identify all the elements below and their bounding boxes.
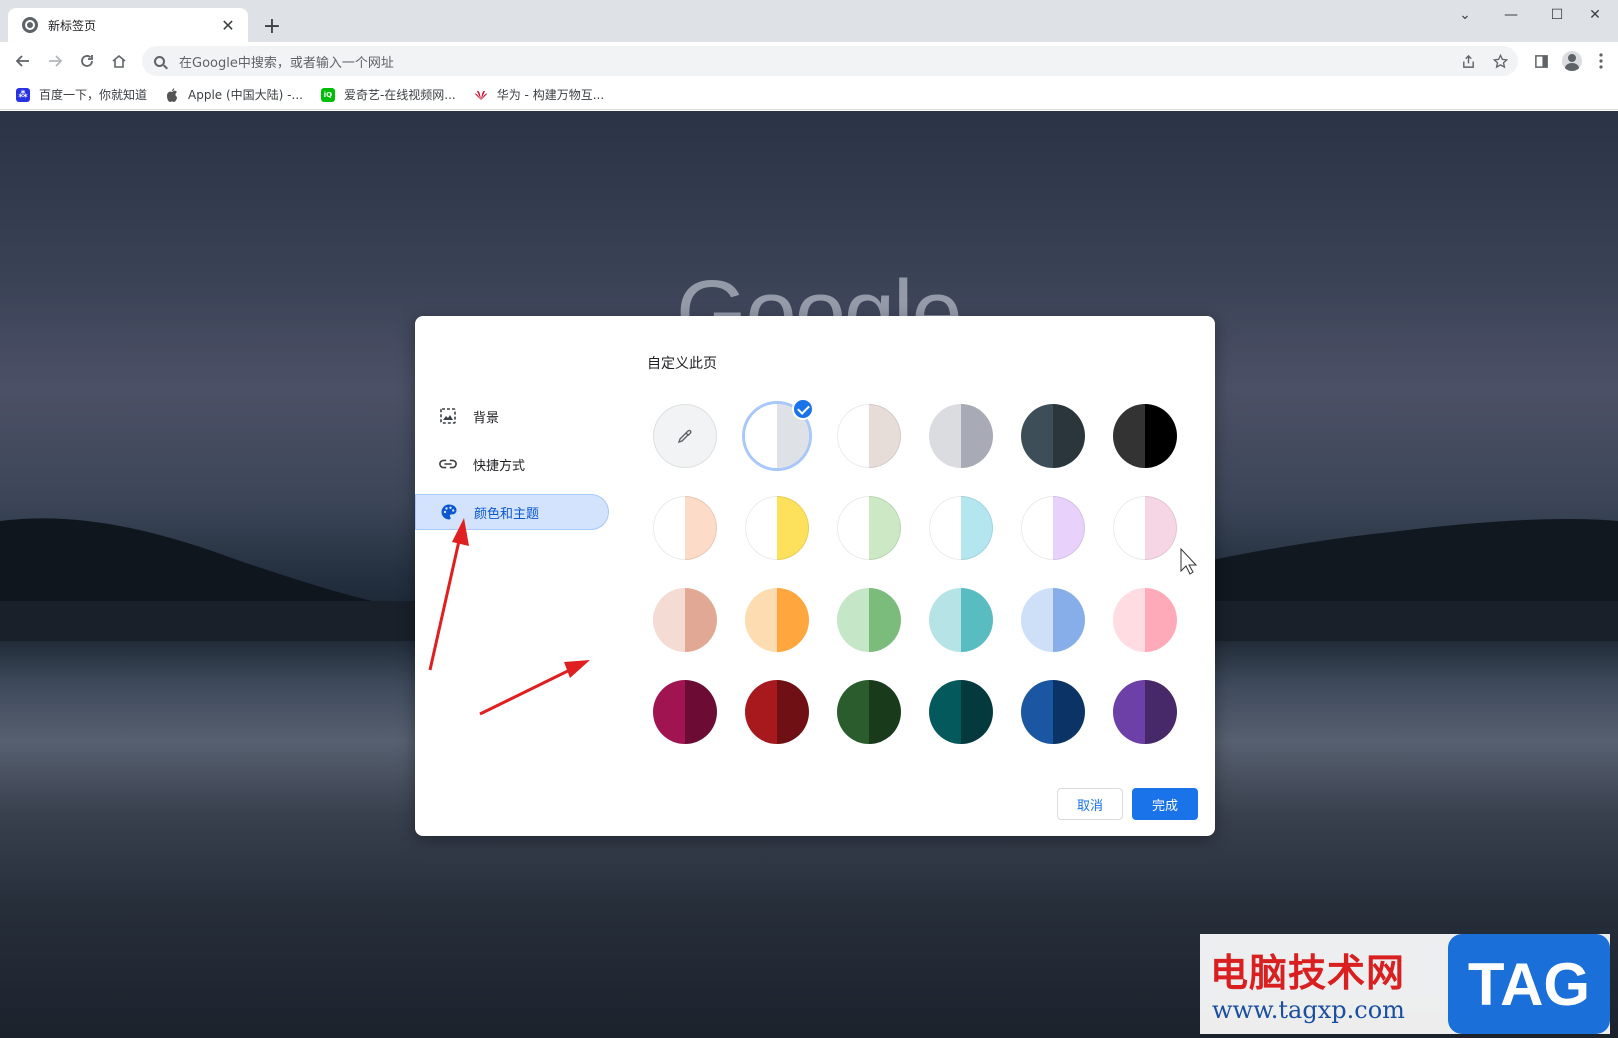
- bookmark-iqiyi[interactable]: iQ 爱奇艺-在线视频网...: [320, 86, 456, 103]
- color-swatch[interactable]: [837, 680, 901, 744]
- tab-close-icon[interactable]: ✕: [218, 15, 238, 35]
- more-vert-icon[interactable]: [1588, 48, 1614, 74]
- chrome-favicon-icon: [22, 17, 38, 33]
- color-swatch[interactable]: [929, 680, 993, 744]
- side-panel-icon[interactable]: [1528, 48, 1554, 74]
- bookmark-label: 百度一下，你就知道: [39, 88, 148, 102]
- color-swatch[interactable]: [653, 588, 717, 652]
- customize-dialog: 自定义此页 背景 快捷方式 颜色和主题 取消 完成: [415, 316, 1215, 836]
- reload-icon[interactable]: [74, 48, 100, 74]
- cancel-button[interactable]: 取消: [1057, 788, 1123, 820]
- star-icon[interactable]: [1486, 47, 1514, 75]
- color-swatch[interactable]: [1113, 680, 1177, 744]
- color-swatch[interactable]: [929, 496, 993, 560]
- color-swatch[interactable]: [745, 680, 809, 744]
- avatar: [1562, 51, 1582, 71]
- omnibox[interactable]: 在Google中搜索，或者输入一个网址: [142, 46, 1518, 76]
- color-swatch[interactable]: [1113, 496, 1177, 560]
- tab-search-icon[interactable]: ⌄: [1442, 0, 1488, 30]
- color-swatch[interactable]: [837, 404, 901, 468]
- search-icon: [154, 55, 165, 67]
- bookmark-label: 爱奇艺-在线视频网...: [343, 88, 456, 102]
- sidebar-item-shortcuts[interactable]: 快捷方式: [415, 446, 609, 482]
- color-swatch[interactable]: [653, 680, 717, 744]
- color-swatch[interactable]: [1021, 496, 1085, 560]
- home-icon[interactable]: [106, 48, 132, 74]
- watermark-tag-logo: TAG: [1448, 934, 1610, 1034]
- tab-strip: 新标签页 ✕ + ⌄ — ☐ ✕: [0, 0, 1618, 42]
- image-icon: [439, 407, 457, 425]
- back-icon[interactable]: [10, 48, 36, 74]
- bookmark-apple[interactable]: Apple (中国大陆) -...: [165, 86, 303, 103]
- color-swatch[interactable]: [1021, 680, 1085, 744]
- apple-logo-icon: [165, 87, 179, 102]
- tab-title: 新标签页: [48, 18, 97, 33]
- color-swatch[interactable]: [1021, 588, 1085, 652]
- omnibox-placeholder: 在Google中搜索，或者输入一个网址: [179, 55, 394, 71]
- color-swatch[interactable]: [1021, 404, 1085, 468]
- bookmark-label: Apple (中国大陆) -...: [188, 88, 303, 102]
- bookmark-baidu[interactable]: ⁂ 百度一下，你就知道: [16, 86, 147, 103]
- sidebar-item-label: 背景: [473, 410, 500, 426]
- new-tab-button[interactable]: +: [258, 12, 286, 40]
- watermark: 电脑技术网 www.tagxp.com TAG: [1200, 934, 1610, 1034]
- iqiyi-logo-icon: iQ: [320, 87, 335, 102]
- color-swatch[interactable]: [1113, 588, 1177, 652]
- eyedropper-icon: [677, 429, 692, 444]
- share-icon[interactable]: [1454, 47, 1482, 75]
- link-icon: [439, 455, 457, 473]
- bookmark-label: 华为 - 构建万物互...: [496, 88, 605, 102]
- dialog-title: 自定义此页: [647, 356, 717, 372]
- sidebar-item-label: 快捷方式: [473, 458, 526, 474]
- color-swatch[interactable]: [837, 496, 901, 560]
- color-swatch[interactable]: [745, 496, 809, 560]
- minimize-icon[interactable]: —: [1488, 0, 1534, 30]
- watermark-url: www.tagxp.com: [1212, 996, 1405, 1024]
- color-swatch[interactable]: [929, 588, 993, 652]
- done-button[interactable]: 完成: [1132, 788, 1198, 820]
- sidebar-item-colors-and-themes[interactable]: 颜色和主题: [415, 494, 609, 530]
- baidu-paw-icon: ⁂: [16, 87, 30, 102]
- toolbar: 在Google中搜索，或者输入一个网址: [0, 42, 1618, 80]
- color-swatch[interactable]: [837, 588, 901, 652]
- custom-color-picker[interactable]: [653, 404, 717, 468]
- bookmark-huawei[interactable]: 华为 - 构建万物互...: [474, 86, 604, 103]
- color-swatch[interactable]: [745, 398, 814, 468]
- bookmarks-bar: ⁂ 百度一下，你就知道 Apple (中国大陆) -... iQ 爱奇艺-在线视…: [0, 80, 1618, 110]
- color-swatch[interactable]: [745, 588, 809, 652]
- huawei-logo-icon: [474, 88, 488, 102]
- sidebar-item-background[interactable]: 背景: [415, 398, 609, 434]
- tab-new-tab[interactable]: 新标签页 ✕: [8, 8, 248, 42]
- profile-icon[interactable]: [1559, 48, 1585, 74]
- color-swatch[interactable]: [1113, 404, 1177, 468]
- color-swatch[interactable]: [929, 404, 993, 468]
- sidebar-item-label: 颜色和主题: [474, 506, 540, 522]
- watermark-text: 电脑技术网: [1210, 951, 1406, 995]
- palette-icon: [440, 503, 458, 521]
- color-swatch[interactable]: [653, 496, 717, 560]
- check-icon: [792, 398, 814, 420]
- forward-icon[interactable]: [42, 48, 68, 74]
- close-window-icon[interactable]: ✕: [1572, 0, 1618, 30]
